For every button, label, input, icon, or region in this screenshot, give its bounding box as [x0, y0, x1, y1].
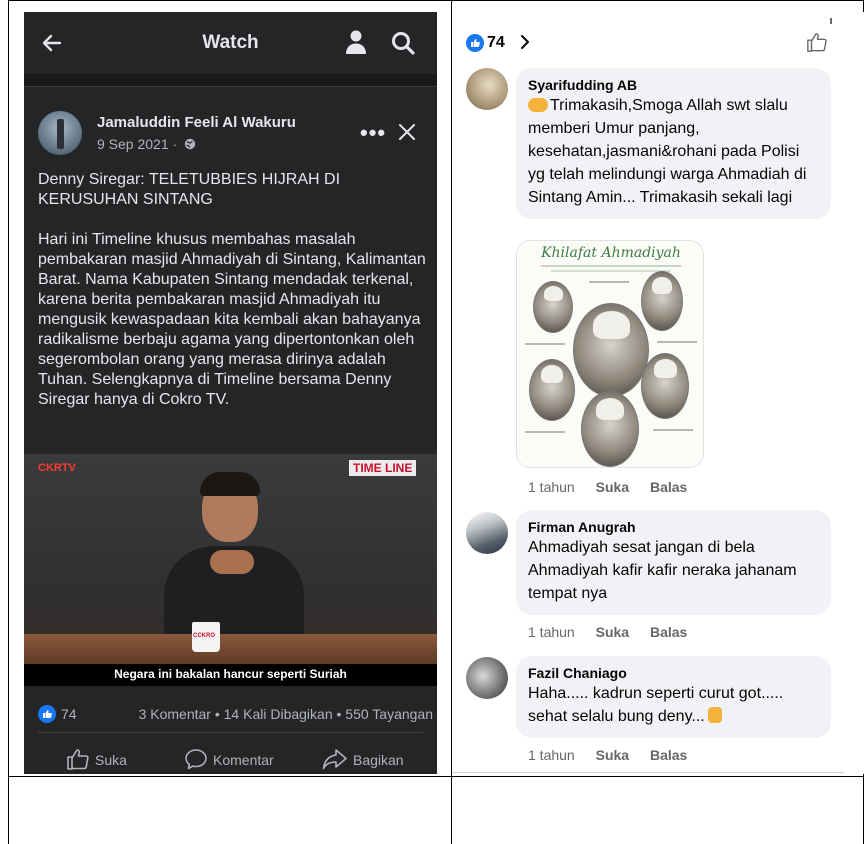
comment-text: Trimakasih,Smoga Allah swt slalu memberi…: [528, 94, 819, 209]
post-date-text: 9 Sep 2021 ·: [97, 136, 178, 152]
comment-author[interactable]: Fazil Chaniago: [528, 664, 819, 682]
frame-top-border: [8, 0, 864, 1]
video-post: Jamaluddin Feeli Al Wakuru 9 Sep 2021 · …: [24, 100, 437, 774]
share-arrow-icon: [322, 749, 347, 770]
like-reaction-icon[interactable]: [466, 34, 484, 52]
image-caption-line: [653, 429, 693, 431]
video-table: [24, 634, 437, 664]
hand-emoji-icon: [528, 98, 548, 112]
avatar[interactable]: [466, 512, 508, 554]
image-caption-line: [525, 343, 565, 345]
portrait: [581, 391, 639, 467]
video-subtitle: Negara ini bakalan hancur seperti Suriah: [114, 667, 347, 681]
image-caption-line: [541, 265, 681, 267]
watch-screen: Watch Jamaluddin Feeli Al Wakuru 9 Sep 2…: [24, 12, 437, 774]
close-icon[interactable]: [397, 122, 417, 142]
post-body: Hari ini Timeline khusus membahas masala…: [38, 231, 426, 408]
comment-reply-button[interactable]: Balas: [650, 624, 687, 640]
frame-left-border: [8, 0, 9, 844]
comment-image[interactable]: Khilafat Ahmadiyah: [516, 240, 704, 468]
globe-icon: [184, 138, 196, 150]
frame-row-divider: [8, 776, 864, 777]
comment-button[interactable]: Komentar: [184, 748, 274, 770]
comment-text-content: Trimakasih,Smoga Allah swt slalu memberi…: [528, 97, 807, 206]
avatar[interactable]: [466, 68, 508, 110]
avatar[interactable]: [466, 657, 508, 699]
post-title: Denny Siregar: TELETUBBIES HIJRAH DI KER…: [38, 171, 341, 208]
comment-reply-button[interactable]: Balas: [650, 479, 687, 495]
comment-reply-button[interactable]: Balas: [650, 747, 687, 763]
show-logo: TIME LINE: [349, 460, 417, 476]
channel-badge: CKRTV: [38, 462, 76, 474]
header-separator: [24, 74, 437, 101]
comment-text: Haha..... kadrun seperti curut got..... …: [528, 682, 819, 728]
share-button[interactable]: Bagikan: [322, 748, 404, 770]
comments-bottom-divider: [452, 772, 844, 773]
like-count[interactable]: 74: [61, 706, 77, 722]
image-caption-line: [657, 341, 697, 343]
like-button[interactable]: Suka: [66, 748, 127, 770]
comment-bubble: Fazil Chaniago Haha..... kadrun seperti …: [516, 656, 831, 738]
comment-time: 1 tahun: [528, 479, 575, 495]
comment-bubble: Firman Anugrah Ahmadiyah sesat jangan di…: [516, 510, 831, 615]
portrait: [529, 359, 575, 421]
thumbs-up-outline-icon: [67, 749, 89, 770]
comment-bubble: Syarifudding AB Trimakasih,Smoga Allah s…: [516, 68, 831, 219]
image-caption-line: [525, 431, 565, 433]
video-player[interactable]: CKRTV TIME LINE Negara ini bakalan hancu…: [24, 454, 437, 686]
image-caption-line: [589, 281, 629, 283]
image-caption-line: [551, 270, 671, 272]
reaction-count[interactable]: 74: [487, 34, 505, 52]
post-stats-summary[interactable]: 3 Komentar • 14 Kali Dibagikan • 550 Tay…: [139, 706, 433, 722]
comment-author[interactable]: Firman Anugrah: [528, 518, 819, 536]
comments-screen: 74 Syarifudding AB Trimakasih,Smoga Alla…: [452, 12, 866, 774]
person-icon[interactable]: [344, 29, 368, 55]
portrait: [573, 303, 649, 397]
chevron-right-icon[interactable]: [518, 33, 532, 51]
portrait: [641, 271, 683, 331]
comment-time: 1 tahun: [528, 624, 575, 640]
comment-like-button[interactable]: Suka: [596, 624, 629, 640]
like-reaction-icon[interactable]: [38, 705, 56, 723]
more-horizontal-icon[interactable]: •••: [360, 120, 386, 146]
post-stats: 74 3 Komentar • 14 Kali Dibagikan • 550 …: [38, 704, 433, 724]
video-mug: [192, 622, 220, 652]
comment-actions: 1 tahun Suka Balas: [528, 747, 704, 763]
avatar[interactable]: [38, 111, 82, 155]
portrait: [641, 353, 689, 419]
comment-button-label: Komentar: [213, 752, 274, 768]
video-presenter: [164, 472, 304, 656]
comment-text: Ahmadiyah sesat jangan di bela Ahmadiyah…: [528, 539, 797, 602]
share-button-label: Bagikan: [353, 752, 404, 768]
corner-mark: [830, 18, 832, 24]
post-author[interactable]: Jamaluddin Feeli Al Wakuru: [97, 114, 296, 131]
comment-like-button[interactable]: Suka: [596, 479, 629, 495]
actions-divider: [38, 732, 423, 733]
comment-time: 1 tahun: [528, 747, 575, 763]
like-button-label: Suka: [95, 752, 127, 768]
comment-author[interactable]: Syarifudding AB: [528, 76, 819, 94]
comment-actions: 1 tahun Suka Balas: [528, 479, 704, 495]
comment-text-content: Haha..... kadrun seperti curut got..... …: [528, 685, 784, 725]
search-icon[interactable]: [390, 30, 416, 56]
comment-icon: [185, 749, 207, 770]
thumbs-up-outline-icon[interactable]: [806, 31, 828, 53]
comment-like-button[interactable]: Suka: [596, 747, 629, 763]
watch-header: Watch: [24, 12, 437, 74]
portrait: [533, 281, 573, 333]
thumbs-up-emoji-icon: [707, 707, 722, 723]
comment-image-title: Khilafat Ahmadiyah: [541, 245, 681, 261]
comment-actions: 1 tahun Suka Balas: [528, 624, 704, 640]
post-date: 9 Sep 2021 ·: [97, 136, 196, 152]
page-title: Watch: [202, 32, 259, 53]
